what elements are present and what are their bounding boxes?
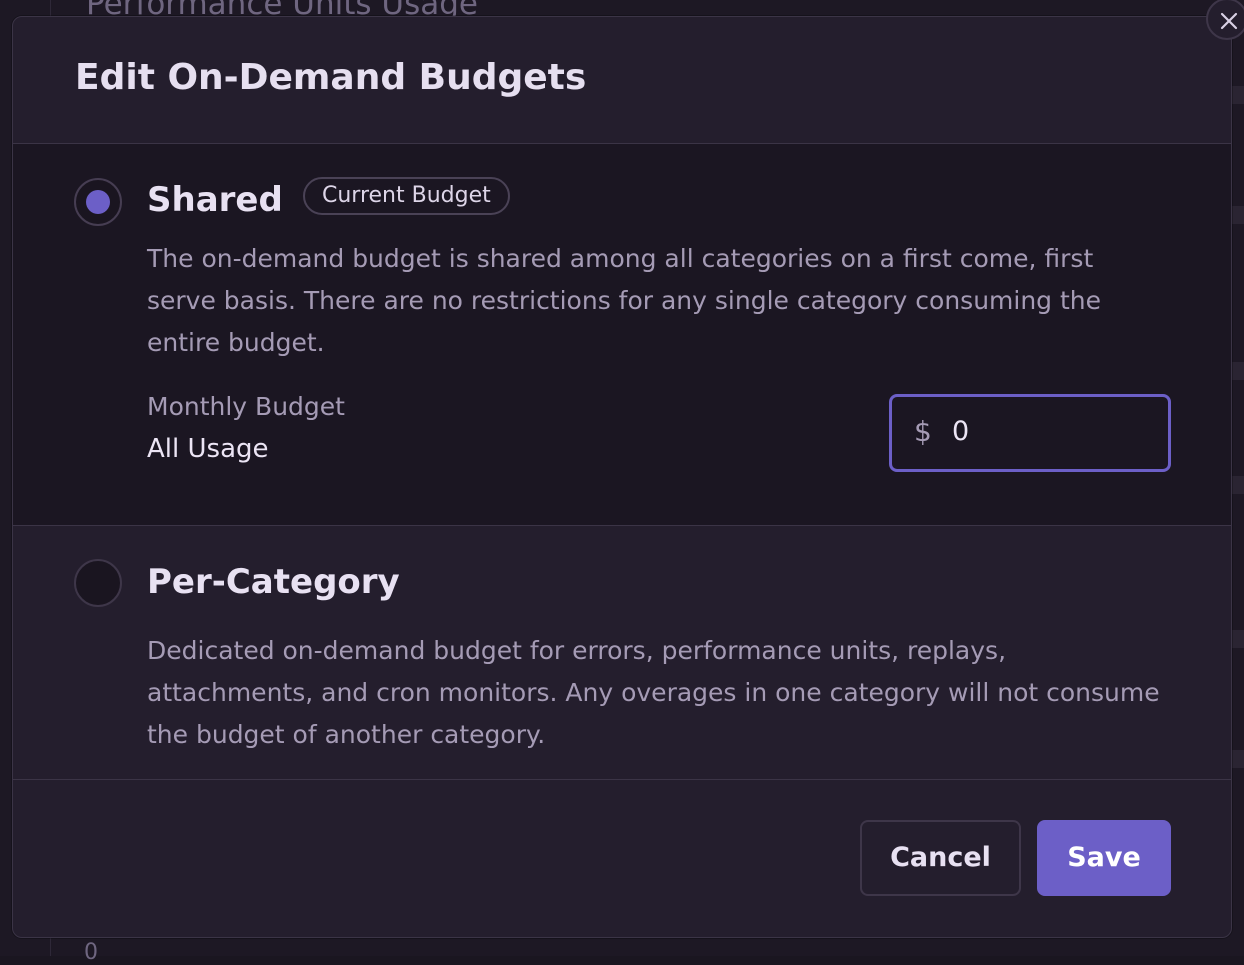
per-category-description: Dedicated on-demand budget for errors, p… [147, 636, 1160, 749]
save-button[interactable]: Save [1037, 820, 1171, 896]
shared-description: The on-demand budget is shared among all… [147, 244, 1102, 357]
budget-amount-value[interactable]: 0 [952, 416, 969, 447]
background-decoration [1230, 630, 1244, 648]
budget-amount-input[interactable]: $ 0 [889, 394, 1171, 472]
per-category-radio[interactable] [74, 559, 122, 607]
close-icon [1220, 12, 1238, 30]
option-per-category[interactable]: Per-Category Dedicated on-demand budget … [13, 526, 1231, 780]
per-category-title: Per-Category [147, 562, 400, 602]
background-decoration [1230, 206, 1244, 224]
shared-radio[interactable] [74, 178, 122, 226]
background-axis-label: 0 [84, 940, 98, 965]
radio-selected-dot [86, 190, 110, 214]
background-decoration [1230, 476, 1244, 494]
cancel-button[interactable]: Cancel [860, 820, 1021, 896]
budget-scope-label: All Usage [147, 434, 269, 464]
background-decoration [1230, 86, 1244, 104]
current-budget-badge: Current Budget [303, 177, 510, 215]
background-decoration [1230, 362, 1244, 380]
modal-header: Edit On-Demand Budgets [13, 17, 1231, 144]
currency-symbol: $ [914, 415, 932, 448]
background-decoration [1230, 750, 1244, 768]
modal-title: Edit On-Demand Budgets [75, 57, 587, 98]
option-shared[interactable]: Shared Current Budget The on-demand budg… [13, 144, 1231, 526]
monthly-budget-label: Monthly Budget [147, 392, 345, 421]
edit-budgets-modal: Edit On-Demand Budgets Shared Current Bu… [12, 16, 1232, 938]
modal-footer: Cancel Save [13, 780, 1231, 937]
shared-title: Shared [147, 180, 283, 220]
close-button[interactable] [1206, 0, 1244, 40]
